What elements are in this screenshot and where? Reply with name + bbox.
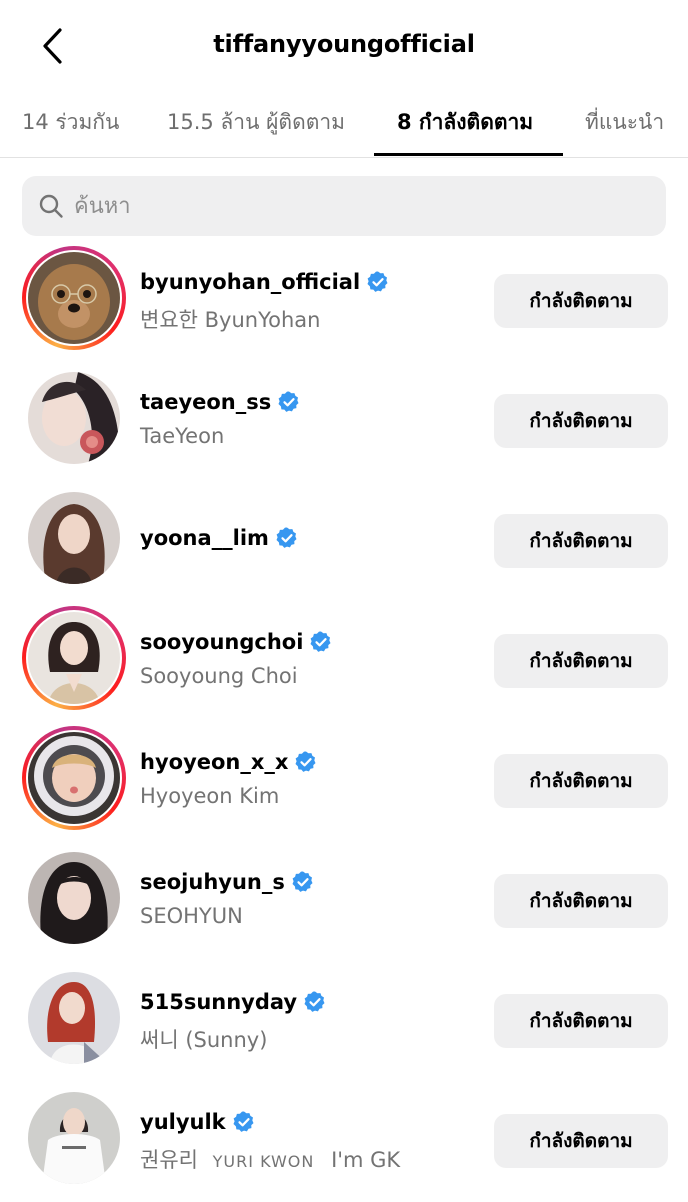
top-bar: tiffanyyoungofficial — [0, 0, 688, 96]
verified-badge-icon — [367, 271, 388, 292]
following-button[interactable]: กำลังติดตาม — [494, 634, 668, 688]
avatar[interactable] — [28, 372, 120, 464]
list-item[interactable]: hyoyeon_x_x Hyoyeon Kim กำลังติดตาม — [0, 722, 688, 842]
search-bar[interactable] — [22, 176, 666, 236]
search-icon — [39, 194, 63, 218]
full-name: 권유리 YURI KWON I'm GK — [140, 1144, 400, 1174]
full-name: 변요한 ByunYohan — [140, 308, 321, 332]
avatar — [28, 612, 120, 704]
avatar[interactable] — [28, 972, 120, 1064]
avatar-frame — [22, 366, 126, 470]
verified-badge-icon — [276, 527, 297, 548]
following-button[interactable]: กำลังติดตาม — [494, 394, 668, 448]
verified-badge-icon — [304, 991, 325, 1012]
list-item[interactable]: byunyohan_official 변요한 ByunYohan กำลังติ… — [0, 242, 688, 362]
search-input[interactable] — [74, 193, 634, 219]
following-button[interactable]: กำลังติดตาม — [494, 514, 668, 568]
avatar-frame — [22, 846, 126, 950]
avatar[interactable] — [28, 852, 120, 944]
username[interactable]: 515sunnyday — [140, 990, 297, 1014]
tab-followers[interactable]: 15.5 ล้าน ผู้ติดตาม — [167, 106, 345, 156]
full-name: SEOHYUN — [140, 904, 243, 928]
verified-badge-icon — [233, 1111, 254, 1132]
username[interactable]: seojuhyun_s — [140, 870, 285, 894]
following-button[interactable]: กำลังติดตาม — [494, 994, 668, 1048]
full-name: Sooyoung Choi — [140, 664, 298, 688]
username[interactable]: hyoyeon_x_x — [140, 750, 288, 774]
list-item[interactable]: sooyoungchoi Sooyoung Choi กำลังติดตาม — [0, 602, 688, 722]
full-name: Hyoyeon Kim — [140, 784, 280, 808]
tab-suggested[interactable]: ที่แนะนำ — [585, 106, 664, 156]
following-button[interactable]: กำลังติดตาม — [494, 754, 668, 808]
avatar-frame — [22, 966, 126, 1070]
username[interactable]: taeyeon_ss — [140, 390, 271, 414]
full-name-english: YURI KWON — [212, 1152, 315, 1171]
full-name: 써니 (Sunny) — [140, 1028, 268, 1052]
username[interactable]: sooyoungchoi — [140, 630, 303, 654]
following-button[interactable]: กำลังติดตาม — [494, 874, 668, 928]
username[interactable]: yulyulk — [140, 1110, 226, 1134]
verified-badge-icon — [292, 871, 313, 892]
avatar-frame — [22, 1086, 126, 1190]
list-item[interactable]: yoona__lim กำลังติดตาม — [0, 482, 688, 602]
avatar[interactable] — [28, 492, 120, 584]
tab-mutual[interactable]: 14 ร่วมกัน — [22, 106, 119, 156]
username[interactable]: yoona__lim — [140, 526, 269, 550]
story-ring[interactable] — [22, 606, 126, 710]
following-button[interactable]: กำลังติดตาม — [494, 274, 668, 328]
username[interactable]: byunyohan_official — [140, 270, 360, 294]
avatar-frame — [22, 486, 126, 590]
avatar — [28, 252, 120, 344]
list-item[interactable]: 515sunnyday 써니 (Sunny) กำลังติดตาม — [0, 962, 688, 1082]
list-item[interactable]: seojuhyun_s SEOHYUN กำลังติดตาม — [0, 842, 688, 962]
active-tab-indicator — [374, 153, 563, 156]
verified-badge-icon — [310, 631, 331, 652]
list-item[interactable]: yulyulk 권유리 YURI KWON I'm GK กำลังติดตาม — [0, 1082, 688, 1202]
tab-following[interactable]: 8 กำลังติดตาม — [397, 106, 533, 156]
following-button[interactable]: กำลังติดตาม — [494, 1114, 668, 1168]
story-ring[interactable] — [22, 726, 126, 830]
list-item[interactable]: taeyeon_ss TaeYeon กำลังติดตาม — [0, 362, 688, 482]
avatar — [28, 732, 120, 824]
full-name-tag: I'm GK — [331, 1148, 401, 1172]
full-name: TaeYeon — [140, 424, 225, 448]
full-name-korean: 권유리 — [140, 1148, 198, 1172]
verified-badge-icon — [295, 751, 316, 772]
tab-bar: 14 ร่วมกัน 15.5 ล้าน ผู้ติดตาม 8 กำลังติ… — [0, 96, 688, 158]
page-title: tiffanyyoungofficial — [213, 30, 475, 58]
avatar[interactable] — [28, 1092, 120, 1184]
story-ring[interactable] — [22, 246, 126, 350]
verified-badge-icon — [278, 391, 299, 412]
